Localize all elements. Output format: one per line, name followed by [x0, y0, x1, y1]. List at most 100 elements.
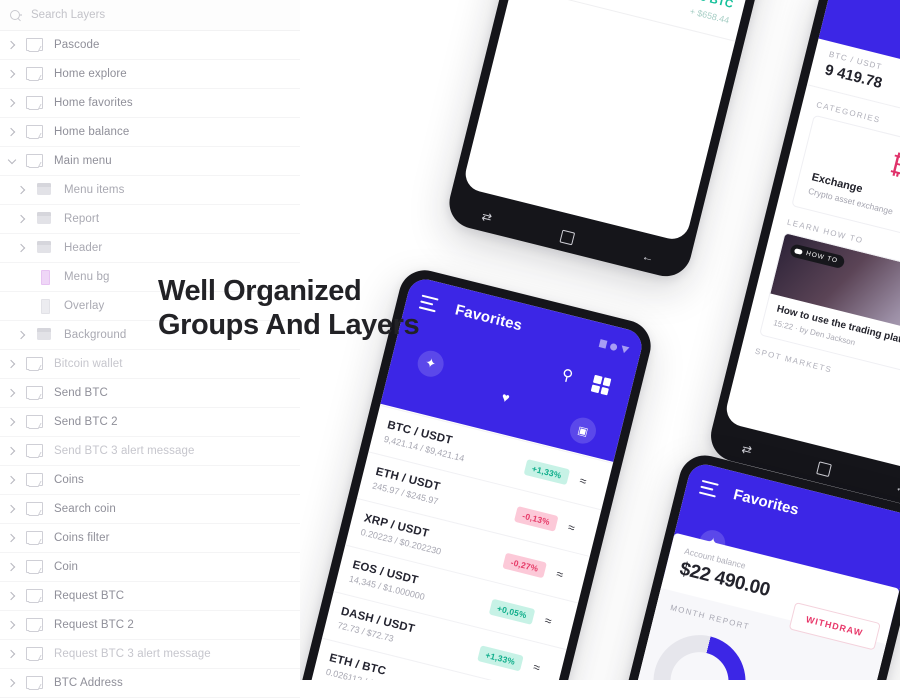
battery-icon — [620, 344, 630, 354]
hamburger-icon[interactable] — [698, 479, 719, 502]
layer-row[interactable]: Home balance — [0, 118, 300, 147]
layer-row[interactable]: Main menu — [0, 147, 300, 176]
layer-row[interactable]: Pascode — [0, 31, 300, 60]
artboard-icon — [24, 124, 46, 140]
chevron-right-icon[interactable] — [4, 31, 20, 59]
layer-row[interactable]: Request BTC — [0, 582, 300, 611]
chevron-right-icon[interactable] — [4, 640, 20, 668]
artboard-icon — [24, 646, 46, 662]
artboard-icon — [24, 414, 46, 430]
layer-label: Search coin — [54, 503, 116, 515]
rect-gray-icon — [34, 298, 56, 314]
tab-explore-icon[interactable]: ✦ — [414, 347, 447, 380]
sparkline-icon: ≈ — [555, 566, 565, 582]
artboard-icon — [24, 356, 46, 372]
chevron-right-icon[interactable] — [4, 582, 20, 610]
recents-icon[interactable]: ⇄ — [480, 209, 493, 225]
layer-row[interactable]: Request BTC 3 alert message — [0, 640, 300, 669]
layer-row[interactable]: BTC Address — [0, 669, 300, 698]
artboard-icon — [24, 530, 46, 546]
page-title: Well Organized Groups And Layers — [158, 275, 420, 341]
layer-row[interactable]: Request BTC 2 — [0, 611, 300, 640]
transaction-date: 03 May, 13:01 — [552, 0, 658, 11]
chevron-right-icon[interactable] — [14, 234, 30, 262]
home-icon[interactable] — [815, 460, 832, 477]
layer-label: BTC Address — [54, 677, 123, 689]
signal-icon — [598, 339, 608, 349]
artboard-icon — [24, 559, 46, 575]
artboard-icon — [24, 617, 46, 633]
chevron-right-icon[interactable] — [4, 611, 20, 639]
tab-favorites-icon[interactable]: ♥ — [490, 381, 522, 413]
artboard-icon — [24, 443, 46, 459]
phone-screen-balance: Favorites ✦ ♥ Account balance $22 490.00… — [592, 460, 900, 680]
layer-label: Coin — [54, 561, 79, 573]
chevron-right-icon[interactable] — [4, 118, 20, 146]
layer-row[interactable]: Send BTC 3 alert message — [0, 437, 300, 466]
chevron-right-icon[interactable] — [4, 350, 20, 378]
home-icon[interactable] — [559, 229, 575, 245]
chevron-right-icon[interactable] — [4, 553, 20, 581]
chevron-right-icon[interactable] — [4, 408, 20, 436]
layer-row[interactable]: Send BTC — [0, 379, 300, 408]
layer-label: Request BTC 3 alert message — [54, 648, 211, 660]
tab-wallet-icon[interactable]: ▣ — [567, 414, 599, 447]
layer-label: Coins — [54, 474, 84, 486]
recents-icon[interactable]: ⇄ — [740, 441, 753, 457]
video-badge-label: HOW TO — [805, 250, 839, 266]
search-icon[interactable]: ⚲ — [560, 365, 575, 385]
back-icon[interactable]: ← — [894, 480, 900, 496]
disclosure-spacer — [14, 292, 30, 320]
layer-row[interactable]: Home favorites — [0, 89, 300, 118]
chevron-down-icon[interactable] — [4, 147, 20, 175]
layer-label: Home balance — [54, 126, 130, 138]
layer-label: Coins filter — [54, 532, 110, 544]
chevron-right-icon[interactable] — [4, 466, 20, 494]
layer-label: Request BTC 2 — [54, 619, 134, 631]
layer-row[interactable]: Coins — [0, 466, 300, 495]
app-title: Favorites — [731, 486, 801, 519]
layer-label: Home favorites — [54, 97, 133, 109]
change-badge: -0,27% — [502, 552, 548, 578]
chevron-right-icon[interactable] — [4, 379, 20, 407]
transaction-list: ⇄Send BTC11 July, 17:05- 0.043010 BTC- $… — [511, 0, 809, 42]
layer-row[interactable]: Report — [0, 205, 300, 234]
chevron-right-icon[interactable] — [4, 669, 20, 697]
artboard-icon — [24, 37, 46, 53]
chevron-right-icon[interactable] — [14, 321, 30, 349]
artboard-icon — [24, 385, 46, 401]
layer-row[interactable]: Search coin — [0, 495, 300, 524]
back-icon[interactable]: ← — [640, 249, 655, 265]
chevron-right-icon[interactable] — [4, 495, 20, 523]
layer-row[interactable]: Header — [0, 234, 300, 263]
change-badge: +1,33% — [523, 458, 571, 485]
folder-icon — [34, 240, 56, 256]
artboard-icon — [24, 66, 46, 82]
layer-row[interactable]: Send BTC 2 — [0, 408, 300, 437]
hamburger-icon[interactable] — [418, 294, 439, 317]
chevron-right-icon[interactable] — [14, 176, 30, 204]
layer-row[interactable]: Home explore — [0, 60, 300, 89]
wifi-icon — [609, 342, 618, 351]
search-input[interactable] — [31, 9, 231, 21]
qr-code-icon[interactable] — [590, 374, 612, 396]
artboard-icon — [24, 95, 46, 111]
layer-label: Menu items — [64, 184, 125, 196]
layer-row[interactable]: Menu items — [0, 176, 300, 205]
chevron-right-icon[interactable] — [4, 89, 20, 117]
chevron-right-icon[interactable] — [4, 524, 20, 552]
layer-label: Request BTC — [54, 590, 125, 602]
layer-label: Bitcoin wallet — [54, 358, 123, 370]
artboard-icon — [24, 153, 46, 169]
chevron-right-icon[interactable] — [4, 437, 20, 465]
transaction-row[interactable]: ⇄Recieve BTC03 May, 13:01+ 0.0715 BTC+ $… — [511, 0, 748, 42]
app-title: Favorites — [453, 301, 524, 335]
chevron-right-icon[interactable] — [14, 205, 30, 233]
layer-row[interactable]: Coin — [0, 553, 300, 582]
chevron-right-icon[interactable] — [4, 60, 20, 88]
search-layers-row[interactable] — [0, 0, 300, 31]
artboard-icon — [24, 588, 46, 604]
change-badge: +0,05% — [488, 598, 536, 625]
layer-row[interactable]: Bitcoin wallet — [0, 350, 300, 379]
layer-row[interactable]: Coins filter — [0, 524, 300, 553]
